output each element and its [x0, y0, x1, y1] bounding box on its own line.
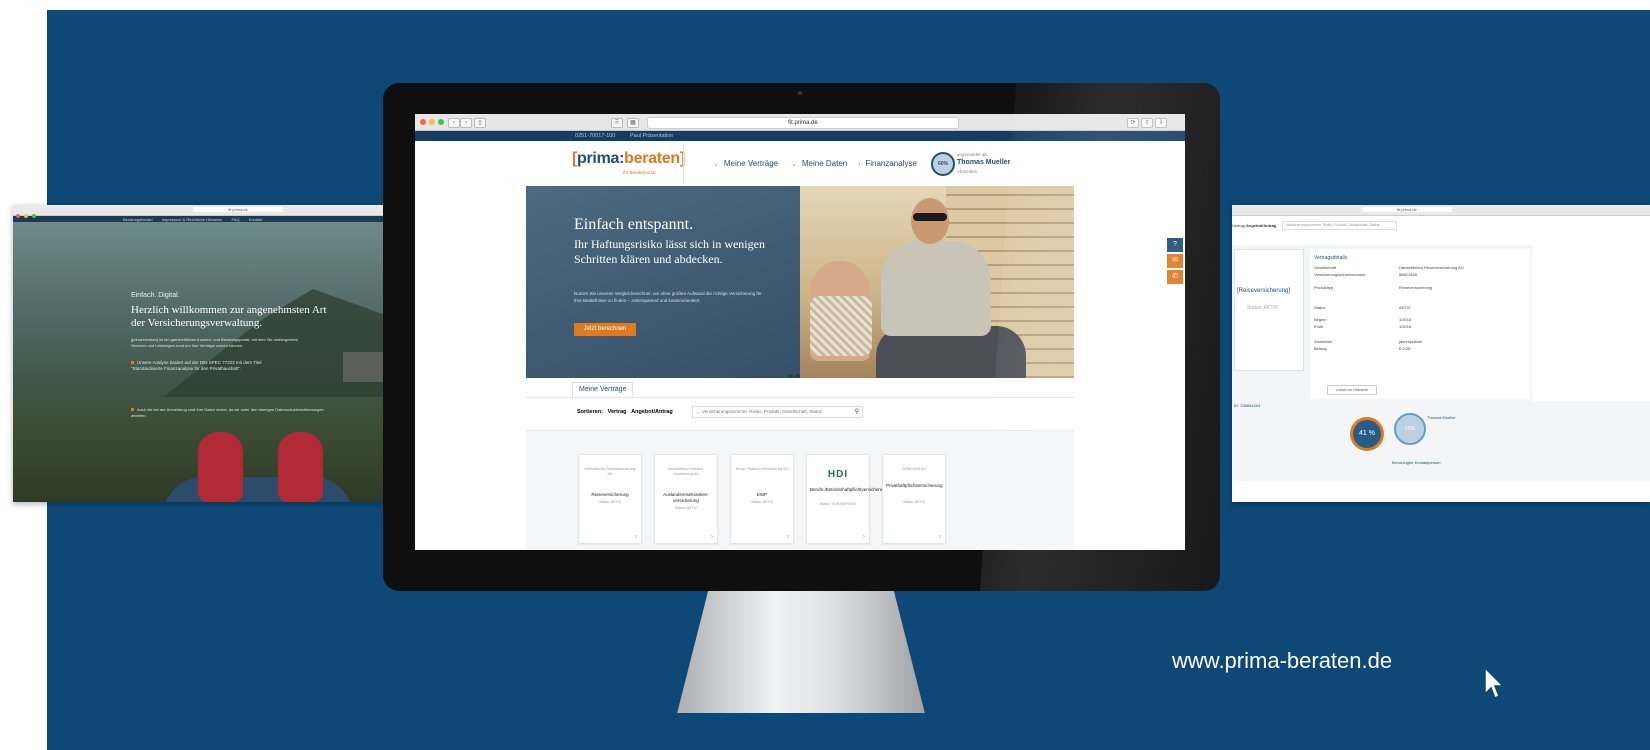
mouse-pointer-icon	[1484, 666, 1505, 700]
user-link[interactable]: Paul Präsentation	[630, 131, 673, 141]
chevron-right-icon: ›	[858, 161, 861, 168]
nav-finanzanalyse[interactable]: › Finanzanalyse	[858, 159, 917, 168]
bullet-icon	[131, 361, 134, 364]
search-icon[interactable]: ⚲	[855, 407, 859, 417]
contract-card[interactable]: Europ. Pflanzen-Versicherung AG EWP Stat…	[730, 454, 794, 544]
profile-gauge: 60%	[931, 152, 955, 176]
calculate-now-button[interactable]: Jetzt berechnen	[574, 323, 636, 336]
right-search-input[interactable]: Versicherungsnummer, Risiko, Produkt, Ge…	[1282, 221, 1397, 230]
sort-angebot[interactable]: Angebot/Antrag	[631, 409, 673, 415]
advisor-name: Thomas Mueller	[1427, 415, 1456, 420]
monitor-stand	[677, 591, 925, 713]
forward-icon[interactable]: ›	[460, 118, 472, 128]
left-window-url[interactable]: fit.prima.de	[193, 207, 283, 212]
left-screenshot-window: fit.prima.de Beratungsbedarf Impressum &…	[13, 205, 403, 502]
card-name: [Reiseversicherung]	[1237, 288, 1291, 294]
hero-title: Einfach entspannt.	[574, 216, 694, 233]
contract-search-input[interactable]: ... Versicherungsnummer, Risiko, Produkt…	[692, 406, 863, 418]
contract-card[interactable]: DOMCURA AG Privathaftpflichtversicherung…	[882, 454, 946, 544]
contract-card[interactable]: HanseMerkur Kranken-versicherung AG Ausl…	[654, 454, 718, 544]
website-url: www.prima-beraten.de	[1172, 648, 1393, 673]
camera-icon	[798, 91, 802, 95]
header-divider	[683, 144, 684, 184]
user-label: angemeldet als	[957, 152, 988, 157]
screen-glare	[980, 83, 1220, 591]
bullet-icon	[131, 408, 134, 411]
sort-vertrag[interactable]: Vertrag	[608, 409, 627, 415]
details-title: Vertragsdetails	[1314, 255, 1348, 261]
progress-circle: 41 %	[1350, 417, 1384, 451]
left-tagline: Einfach. Digital.	[131, 292, 180, 299]
contract-card[interactable]: [Reiseversicherung] Status: AKTIV	[1234, 249, 1304, 371]
tab-divider	[526, 397, 1074, 398]
hdi-logo: HDI	[827, 469, 849, 480]
site-logo[interactable]: [prima:beraten]	[572, 150, 685, 168]
chevron-right-icon[interactable]: ›	[635, 534, 637, 540]
chevron-right-icon[interactable]: ›	[939, 534, 941, 540]
nav-meine-daten[interactable]: ⌄ Meine Daten	[791, 159, 847, 168]
left-note: Auch als bei der Anmeldung sind Ihre Dat…	[131, 407, 324, 418]
tab-meine-vertraege[interactable]: Meine Verträge	[572, 382, 634, 397]
sidebar-icon[interactable]: ▯	[474, 118, 486, 128]
left-title: Herzlich willkommen zur angenehmsten Art…	[131, 304, 327, 329]
hero-subtitle: Ihr Haftungsrisiko lässt sich in wenigen…	[574, 237, 765, 266]
back-icon[interactable]: ‹	[448, 118, 460, 128]
tab-vertrag[interactable]: Vertrag	[1232, 223, 1245, 228]
left-intro: [prima:beraten] ist ein ganzheitliches K…	[131, 337, 298, 348]
right-window-url[interactable]: fit.prima.de	[1362, 207, 1452, 212]
right-screenshot-window: fit.prima.de Vertrag Angebot/Antrag Vers…	[1232, 205, 1650, 502]
nav-meine-vertraege[interactable]: ⌄ Meine Verträge	[713, 159, 778, 168]
contract-id: ID: 338894263	[1234, 403, 1261, 408]
contract-card[interactable]: HanseMerkur Reiseversicherung AG Reiseve…	[578, 454, 642, 544]
minimize-window-icon[interactable]	[429, 119, 435, 125]
user-name[interactable]: Thomas Mueller	[957, 159, 1010, 166]
logout-link[interactable]: Abmelden	[957, 169, 977, 174]
close-window-icon[interactable]	[420, 119, 426, 125]
chevron-right-icon[interactable]: ›	[787, 534, 789, 540]
advisor-gauge: 60%	[1394, 413, 1426, 445]
chevron-down-icon: ⌄	[713, 161, 719, 168]
phone-number[interactable]: 0251-70017-100	[575, 131, 615, 141]
right-window-tabs: Vertrag Angebot/Antrag	[1232, 223, 1276, 228]
sort-bar: Sortieren: Vertrag Angebot/Antrag	[577, 409, 673, 415]
sort-label: Sortieren:	[577, 409, 603, 415]
chevron-right-icon[interactable]: ›	[863, 534, 865, 540]
hero-body: Nutzen Sie unseren Vergleichsrechner, um…	[574, 291, 762, 303]
tab-angebot[interactable]: Angebot/Antrag	[1246, 223, 1276, 228]
carousel-dot[interactable]	[795, 374, 800, 378]
hero-banner: Einfach entspannt. Ihr Haftungsrisiko lä…	[526, 186, 1074, 378]
hero-text-panel	[526, 186, 800, 378]
contact-heading: Bevorzugter Kontaktperson	[1392, 460, 1441, 465]
carousel-dots[interactable]	[788, 366, 802, 378]
chevron-down-icon: ⌄	[791, 161, 797, 168]
card-status: Status: AKTIV	[1247, 305, 1279, 311]
reader-icon[interactable]: ⠿	[611, 118, 623, 128]
contract-details: Vertragsdetails Gesellschaft HanseMerkur …	[1310, 249, 1530, 399]
left-bullet: Unsere Analyse basiert auf der DIN SPEC …	[131, 360, 262, 371]
carousel-dot[interactable]	[788, 374, 793, 378]
back-to-overview-button[interactable]: zurück zur Übersicht	[1327, 385, 1377, 395]
chevron-right-icon[interactable]: ›	[711, 534, 713, 540]
address-bar[interactable]: fit.prima.de	[647, 117, 959, 129]
contract-card[interactable]: HDI Berufs-/Betriebshaftpflichtversicher…	[806, 454, 887, 544]
logo-tagline: Ihr Beraterportal	[623, 170, 656, 175]
right-window-toolbar: fit.prima.de	[1232, 205, 1650, 216]
left-hero-image: Einfach. Digital. Herzlich willkommen zu…	[13, 222, 403, 502]
maximize-window-icon[interactable]	[438, 119, 444, 125]
left-window-toolbar: fit.prima.de	[13, 205, 403, 218]
analysis-panel	[1232, 401, 1650, 481]
tabs-icon[interactable]: ▦	[627, 118, 639, 128]
